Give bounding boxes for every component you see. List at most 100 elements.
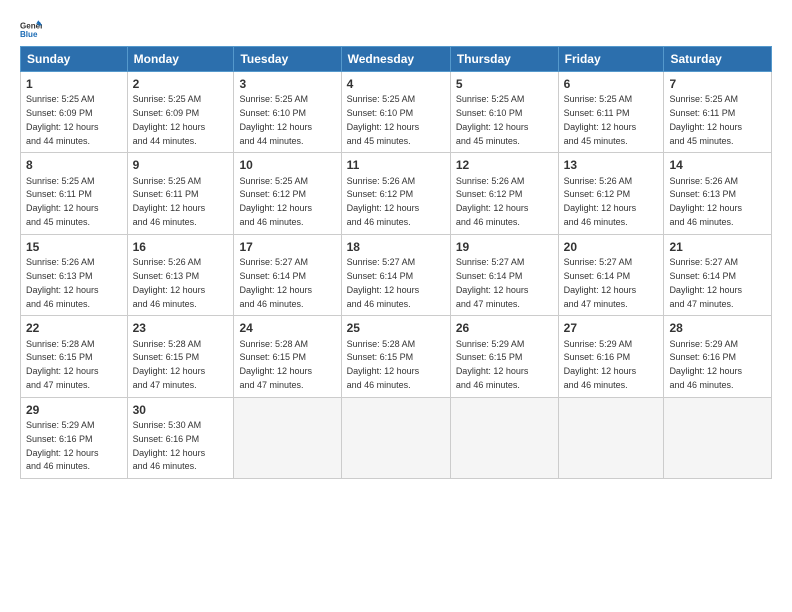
calendar-week-row: 15 Sunrise: 5:26 AMSunset: 6:13 PMDayligh…	[21, 234, 772, 315]
day-info: Sunrise: 5:25 AMSunset: 6:10 PMDaylight:…	[347, 94, 420, 145]
calendar-day-cell: 5 Sunrise: 5:25 AMSunset: 6:10 PMDaylight…	[450, 72, 558, 153]
day-number: 22	[26, 320, 122, 336]
calendar-week-row: 22 Sunrise: 5:28 AMSunset: 6:15 PMDayligh…	[21, 316, 772, 397]
day-info: Sunrise: 5:26 AMSunset: 6:13 PMDaylight:…	[26, 257, 99, 308]
calendar-day-cell: 19Sunrise: 5:27 AMSunset: 6:14 PMDayligh…	[450, 234, 558, 315]
day-info: Sunrise: 5:27 AMSunset: 6:14 PMDaylight:…	[347, 257, 420, 308]
weekday-header: Wednesday	[341, 47, 450, 72]
day-info: Sunrise: 5:28 AMSunset: 6:15 PMDaylight:…	[347, 339, 420, 390]
svg-text:Blue: Blue	[20, 30, 38, 39]
day-number: 5	[456, 76, 553, 92]
calendar-day-cell: 11 Sunrise: 5:26 AMSunset: 6:12 PMDayligh…	[341, 153, 450, 234]
day-info: Sunrise: 5:27 AMSunset: 6:14 PMDaylight:…	[669, 257, 742, 308]
day-info: Sunrise: 5:27 AMSunset: 6:14 PMDaylight:…	[239, 257, 312, 308]
calendar-day-cell: 9 Sunrise: 5:25 AMSunset: 6:11 PMDaylight…	[127, 153, 234, 234]
day-info: Sunrise: 5:27 AMSunset: 6:14 PMDaylight:…	[564, 257, 637, 308]
calendar-day-cell: 14 Sunrise: 5:26 AMSunset: 6:13 PMDayligh…	[664, 153, 772, 234]
calendar-week-row: 8 Sunrise: 5:25 AMSunset: 6:11 PMDaylight…	[21, 153, 772, 234]
day-number: 10	[239, 157, 335, 173]
logo: General Blue	[20, 18, 46, 40]
calendar-day-cell: 1 Sunrise: 5:25 AMSunset: 6:09 PMDaylight…	[21, 72, 128, 153]
calendar-day-cell	[664, 397, 772, 478]
day-info: Sunrise: 5:29 AMSunset: 6:16 PMDaylight:…	[669, 339, 742, 390]
day-number: 15	[26, 239, 122, 255]
calendar-day-cell: 20 Sunrise: 5:27 AMSunset: 6:14 PMDayligh…	[558, 234, 664, 315]
day-number: 16	[133, 239, 229, 255]
day-info: Sunrise: 5:25 AMSunset: 6:11 PMDaylight:…	[669, 94, 742, 145]
calendar-week-row: 29Sunrise: 5:29 AMSunset: 6:16 PMDayligh…	[21, 397, 772, 478]
calendar-day-cell	[341, 397, 450, 478]
day-number: 17	[239, 239, 335, 255]
day-number: 3	[239, 76, 335, 92]
calendar-day-cell: 18 Sunrise: 5:27 AMSunset: 6:14 PMDayligh…	[341, 234, 450, 315]
weekday-header: Thursday	[450, 47, 558, 72]
calendar-day-cell: 16 Sunrise: 5:26 AMSunset: 6:13 PMDayligh…	[127, 234, 234, 315]
calendar-day-cell: 17 Sunrise: 5:27 AMSunset: 6:14 PMDayligh…	[234, 234, 341, 315]
day-info: Sunrise: 5:26 AMSunset: 6:12 PMDaylight:…	[564, 176, 637, 227]
day-info: Sunrise: 5:25 AMSunset: 6:10 PMDaylight:…	[456, 94, 529, 145]
weekday-header: Sunday	[21, 47, 128, 72]
calendar-day-cell: 8Sunrise: 5:25 AMSunset: 6:11 PMDaylight…	[21, 153, 128, 234]
calendar-day-cell: 24 Sunrise: 5:28 AMSunset: 6:15 PMDayligh…	[234, 316, 341, 397]
day-info: Sunrise: 5:26 AMSunset: 6:12 PMDaylight:…	[456, 176, 529, 227]
day-number: 26	[456, 320, 553, 336]
day-info: Sunrise: 5:25 AMSunset: 6:11 PMDaylight:…	[133, 176, 206, 227]
calendar-day-cell: 4 Sunrise: 5:25 AMSunset: 6:10 PMDaylight…	[341, 72, 450, 153]
weekday-header: Friday	[558, 47, 664, 72]
day-info: Sunrise: 5:28 AMSunset: 6:15 PMDaylight:…	[26, 339, 99, 390]
day-info: Sunrise: 5:28 AMSunset: 6:15 PMDaylight:…	[133, 339, 206, 390]
calendar-day-cell	[558, 397, 664, 478]
day-number: 11	[347, 157, 445, 173]
day-number: 25	[347, 320, 445, 336]
day-number: 18	[347, 239, 445, 255]
day-number: 30	[133, 402, 229, 418]
calendar-day-cell: 12 Sunrise: 5:26 AMSunset: 6:12 PMDayligh…	[450, 153, 558, 234]
day-number: 4	[347, 76, 445, 92]
day-info: Sunrise: 5:25 AMSunset: 6:10 PMDaylight:…	[239, 94, 312, 145]
day-number: 9	[133, 157, 229, 173]
day-info: Sunrise: 5:28 AMSunset: 6:15 PMDaylight:…	[239, 339, 312, 390]
logo-icon: General Blue	[20, 18, 42, 40]
weekday-header: Saturday	[664, 47, 772, 72]
day-number: 2	[133, 76, 229, 92]
calendar-day-cell: 6Sunrise: 5:25 AMSunset: 6:11 PMDaylight…	[558, 72, 664, 153]
calendar-day-cell	[234, 397, 341, 478]
day-info: Sunrise: 5:27 AMSunset: 6:14 PMDaylight:…	[456, 257, 529, 308]
day-number: 1	[26, 76, 122, 92]
calendar-day-cell: 22 Sunrise: 5:28 AMSunset: 6:15 PMDayligh…	[21, 316, 128, 397]
weekday-header: Monday	[127, 47, 234, 72]
calendar-day-cell: 30 Sunrise: 5:30 AMSunset: 6:16 PMDayligh…	[127, 397, 234, 478]
day-number: 8	[26, 157, 122, 173]
day-info: Sunrise: 5:26 AMSunset: 6:13 PMDaylight:…	[669, 176, 742, 227]
calendar-day-cell: 28 Sunrise: 5:29 AMSunset: 6:16 PMDayligh…	[664, 316, 772, 397]
day-number: 20	[564, 239, 659, 255]
day-info: Sunrise: 5:29 AMSunset: 6:16 PMDaylight:…	[26, 420, 99, 471]
day-number: 27	[564, 320, 659, 336]
day-info: Sunrise: 5:30 AMSunset: 6:16 PMDaylight:…	[133, 420, 206, 471]
weekday-header: Tuesday	[234, 47, 341, 72]
calendar-day-cell: 26Sunrise: 5:29 AMSunset: 6:15 PMDayligh…	[450, 316, 558, 397]
calendar-day-cell: 25 Sunrise: 5:28 AMSunset: 6:15 PMDayligh…	[341, 316, 450, 397]
calendar-day-cell: 27Sunrise: 5:29 AMSunset: 6:16 PMDayligh…	[558, 316, 664, 397]
calendar-day-cell: 15 Sunrise: 5:26 AMSunset: 6:13 PMDayligh…	[21, 234, 128, 315]
day-number: 28	[669, 320, 766, 336]
calendar-header: SundayMondayTuesdayWednesdayThursdayFrid…	[21, 47, 772, 72]
calendar-day-cell: 7 Sunrise: 5:25 AMSunset: 6:11 PMDaylight…	[664, 72, 772, 153]
calendar-day-cell: 2Sunrise: 5:25 AMSunset: 6:09 PMDaylight…	[127, 72, 234, 153]
day-info: Sunrise: 5:25 AMSunset: 6:09 PMDaylight:…	[26, 94, 99, 145]
day-number: 13	[564, 157, 659, 173]
day-info: Sunrise: 5:25 AMSunset: 6:12 PMDaylight:…	[239, 176, 312, 227]
day-number: 12	[456, 157, 553, 173]
day-info: Sunrise: 5:26 AMSunset: 6:13 PMDaylight:…	[133, 257, 206, 308]
day-number: 23	[133, 320, 229, 336]
day-number: 7	[669, 76, 766, 92]
day-number: 6	[564, 76, 659, 92]
day-number: 21	[669, 239, 766, 255]
calendar-table: SundayMondayTuesdayWednesdayThursdayFrid…	[20, 46, 772, 479]
calendar-day-cell: 29Sunrise: 5:29 AMSunset: 6:16 PMDayligh…	[21, 397, 128, 478]
day-info: Sunrise: 5:26 AMSunset: 6:12 PMDaylight:…	[347, 176, 420, 227]
day-number: 24	[239, 320, 335, 336]
day-number: 14	[669, 157, 766, 173]
calendar-day-cell: 3 Sunrise: 5:25 AMSunset: 6:10 PMDaylight…	[234, 72, 341, 153]
calendar-day-cell	[450, 397, 558, 478]
